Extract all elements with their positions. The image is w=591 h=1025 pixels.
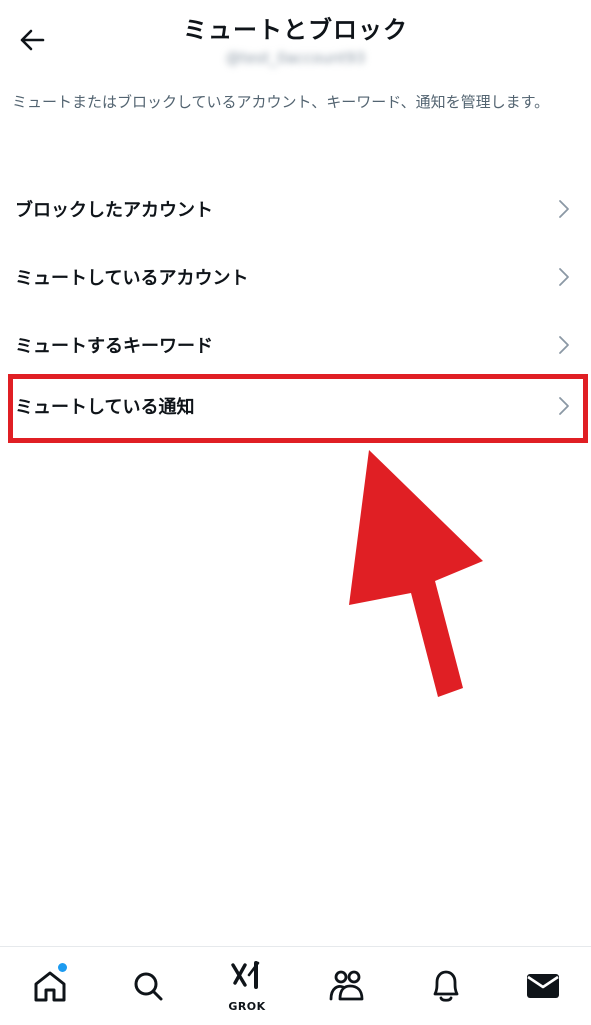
menu-item-label: ミュートするキーワード	[15, 336, 213, 357]
bell-icon	[433, 970, 459, 1002]
nav-communities[interactable]	[307, 947, 387, 1025]
home-icon	[34, 971, 66, 1002]
menu-item-muted-notifications[interactable]: ミュートしている通知	[0, 373, 591, 439]
menu-item-muted-keywords[interactable]: ミュートするキーワード	[0, 312, 591, 378]
communities-icon	[329, 970, 364, 1001]
bottom-nav: GROK	[0, 946, 591, 1025]
nav-notifications[interactable]	[406, 947, 486, 1025]
header: ミュートとブロック @test_0account93	[0, 0, 591, 80]
menu-item-label: ミュートしている通知	[15, 397, 195, 418]
menu-item-blocked-accounts[interactable]: ブロックしたアカウント	[0, 176, 591, 242]
grok-icon	[231, 961, 260, 989]
nav-messages[interactable]	[503, 947, 583, 1025]
menu-item-label: ブロックしたアカウント	[15, 200, 213, 221]
nav-home[interactable]	[10, 947, 90, 1025]
menu-item-label: ミュートしているアカウント	[15, 268, 249, 289]
nav-grok[interactable]: GROK	[207, 947, 287, 1025]
pointer-arrow	[349, 450, 483, 697]
page-description: ミュートまたはブロックしているアカウント、キーワード、通知を管理します。	[12, 93, 550, 111]
nav-search[interactable]	[108, 947, 188, 1025]
grok-label: GROK	[228, 1000, 266, 1013]
search-icon	[134, 972, 163, 1001]
chevron-right-icon	[559, 397, 569, 415]
mail-icon	[527, 974, 559, 998]
page-title: ミュートとブロック	[183, 16, 408, 44]
menu-item-muted-accounts[interactable]: ミュートしているアカウント	[0, 244, 591, 310]
chevron-right-icon	[559, 268, 569, 286]
chevron-right-icon	[559, 336, 569, 354]
chevron-right-icon	[559, 200, 569, 218]
notification-dot	[58, 963, 67, 972]
account-handle: @test_0account93	[225, 49, 366, 67]
